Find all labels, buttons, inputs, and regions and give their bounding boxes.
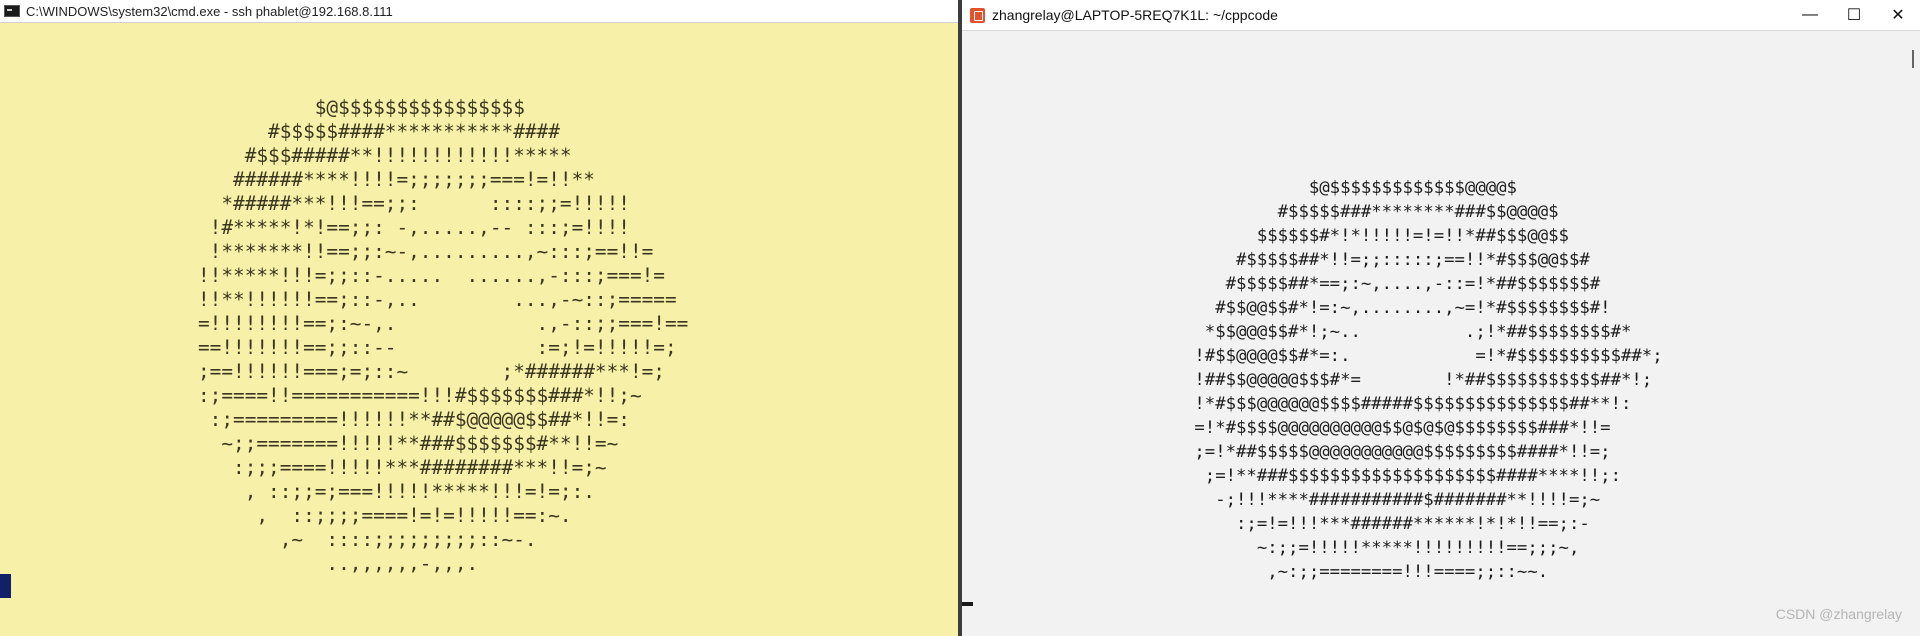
terminal-window[interactable]: zhangrelay@LAPTOP-5REQ7K1L: ~/cppcode — …: [962, 0, 1920, 636]
watermark: CSDN @zhangrelay: [1775, 606, 1902, 622]
terminal-app-icon: [970, 7, 985, 23]
cmd-window[interactable]: C:\WINDOWS\system32\cmd.exe - ssh phable…: [0, 0, 958, 636]
cursor-block: [0, 574, 11, 598]
cmd-icon: [4, 5, 20, 17]
minimize-button[interactable]: —: [1788, 0, 1832, 30]
close-button[interactable]: ✕: [1876, 0, 1920, 30]
scrollbar-thumb[interactable]: [1912, 50, 1914, 68]
cmd-titlebar[interactable]: C:\WINDOWS\system32\cmd.exe - ssh phable…: [0, 0, 958, 23]
terminal-window-title: zhangrelay@LAPTOP-5REQ7K1L: ~/cppcode: [992, 7, 1278, 23]
ascii-art-output-right: $@$$$$$$$$$$$$$@@@@$ #$$$$$###********##…: [1194, 178, 1663, 582]
cmd-window-title: C:\WINDOWS\system32\cmd.exe - ssh phable…: [26, 3, 393, 19]
maximize-button[interactable]: ☐: [1832, 0, 1876, 30]
ascii-art-output-left: $@$$$$$$$$$$$$$$$$ #$$$$$####***********…: [198, 96, 689, 575]
terminal-titlebar[interactable]: zhangrelay@LAPTOP-5REQ7K1L: ~/cppcode — …: [962, 0, 1920, 31]
cursor-underline: [962, 602, 973, 606]
